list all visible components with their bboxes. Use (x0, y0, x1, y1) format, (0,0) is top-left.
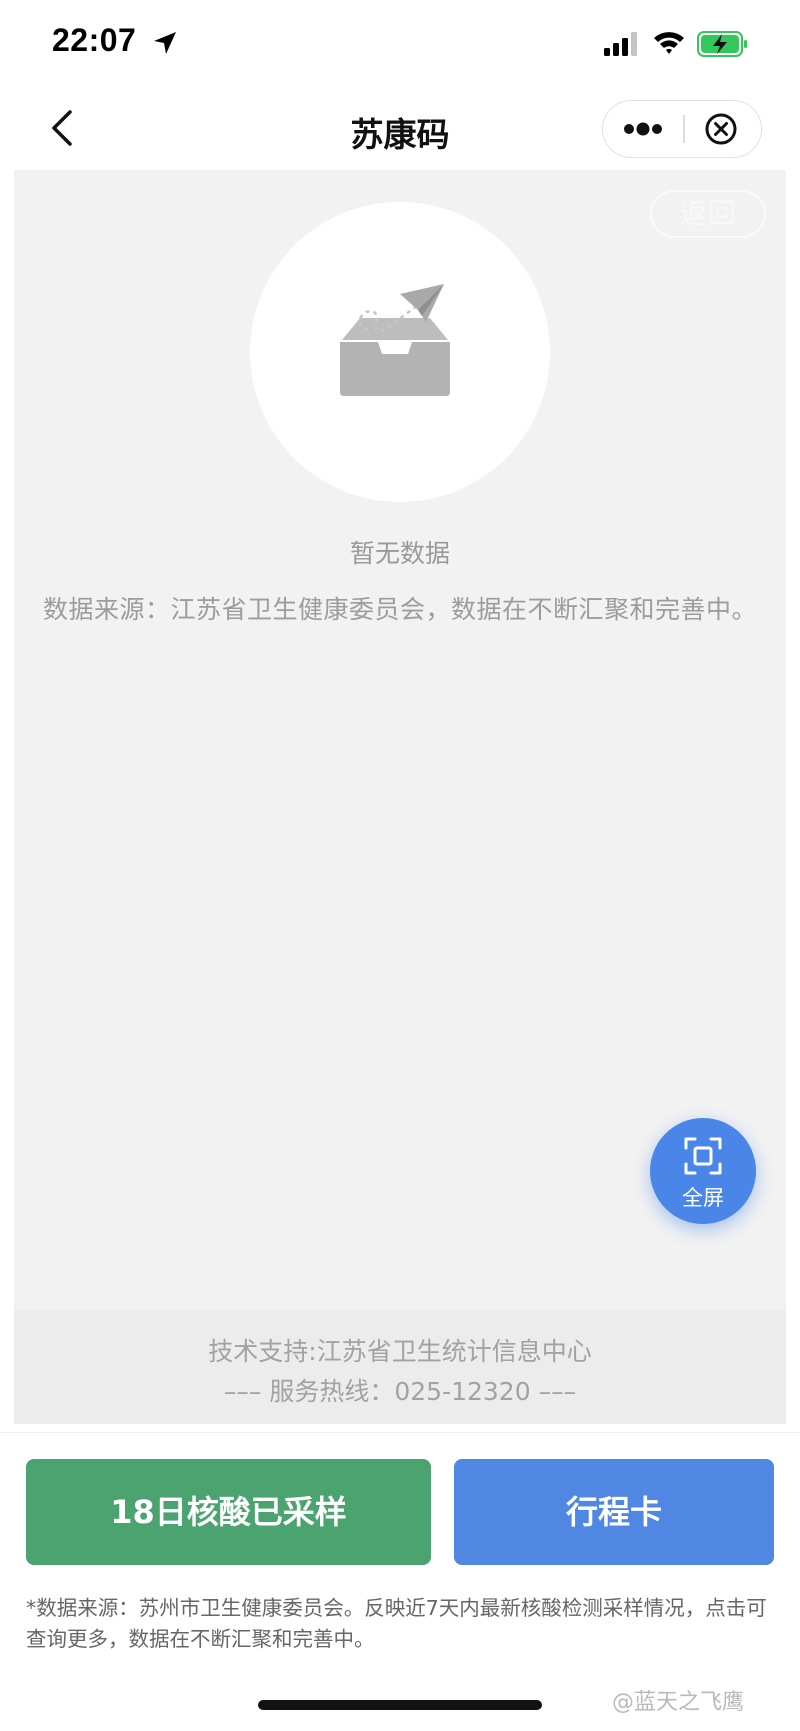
data-source-footnote: *数据来源：苏州市卫生健康委员会。反映近7天内最新核酸检测采样情况，点击可查询更… (26, 1596, 767, 1651)
battery-charging-icon (697, 31, 747, 57)
wifi-icon (654, 32, 684, 54)
itinerary-card-button[interactable]: 行程卡 (454, 1459, 774, 1565)
tech-support-text: 技术支持:江苏省卫生统计信息中心 (208, 1337, 592, 1366)
watermark: @蓝天之飞鹰 (612, 1690, 745, 1715)
no-data-text: 暂无数据 (349, 539, 450, 568)
empty-state-circle (250, 202, 550, 502)
fullscreen-label: 全屏 (682, 1186, 724, 1210)
support-footer: 技术支持:江苏省卫生统计信息中心 ––– 服务热线：025-12320 ––– (14, 1310, 786, 1424)
nav-bar: 苏康码 (0, 88, 800, 170)
close-circle-icon (705, 113, 737, 145)
web-content: 返回 暂无数据 数据来源：江苏省卫生健康委员会，数据在不断汇聚和完善中。 全屏 … (14, 170, 786, 1424)
location-arrow-icon (154, 32, 176, 54)
fullscreen-button[interactable]: 全屏 (650, 1118, 756, 1224)
fullscreen-icon (684, 1137, 722, 1175)
empty-tray-paper-plane-icon (340, 284, 450, 396)
return-button[interactable]: 返回 (650, 190, 766, 238)
cellular-signal-icon (604, 32, 637, 56)
close-button[interactable] (685, 101, 761, 157)
nucleic-sampled-button[interactable]: 18日核酸已采样 (26, 1459, 431, 1565)
data-source-text: 数据来源：江苏省卫生健康委员会，数据在不断汇聚和完善中。 (42, 595, 757, 624)
service-hotline-text: ––– 服务热线：025-12320 ––– (223, 1377, 577, 1406)
more-button[interactable] (603, 101, 683, 157)
more-dots-icon (624, 122, 662, 136)
status-bar: 22:07 (0, 0, 800, 88)
status-time: 22:07 (52, 22, 137, 58)
home-indicator (258, 1700, 542, 1710)
mini-program-capsule (602, 100, 762, 158)
